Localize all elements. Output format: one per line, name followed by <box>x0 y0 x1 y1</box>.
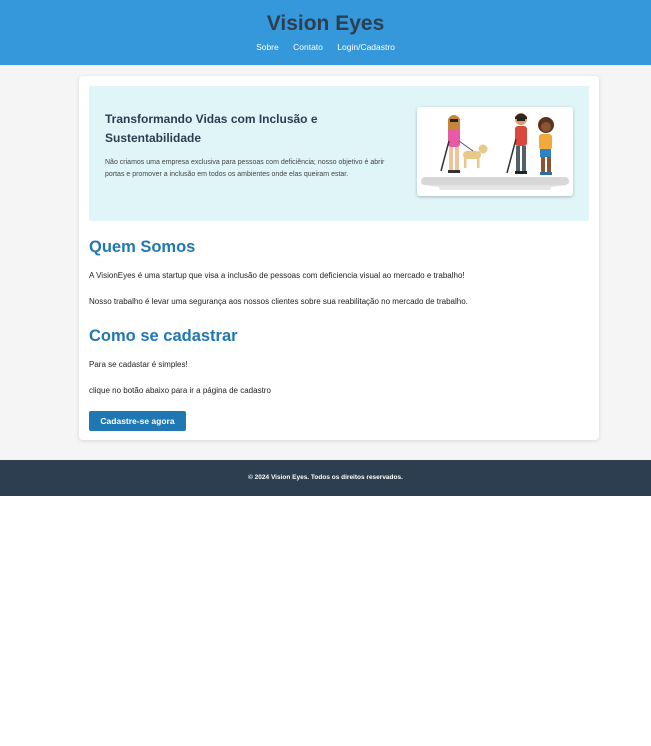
content-card: Transformando Vidas com Inclusão e Suste… <box>79 76 599 440</box>
site-footer: © 2024 Vision Eyes. Todos os direitos re… <box>0 460 651 496</box>
nav-link-login-cadastro[interactable]: Login/Cadastro <box>337 42 395 52</box>
site-title: Vision Eyes <box>266 12 385 35</box>
about-title: Quem Somos <box>89 238 196 256</box>
register-button[interactable]: Cadastre-se agora <box>89 411 186 431</box>
inclusion-illustration-icon <box>421 113 569 190</box>
main-nav: Sobre Contato Login/Cadastro <box>0 41 651 53</box>
site-header: Vision Eyes Sobre Contato Login/Cadastro <box>0 0 651 65</box>
hero-section: Transformando Vidas com Inclusão e Suste… <box>89 86 589 221</box>
register-paragraph-1: Para se cadastar é simples! <box>89 360 188 369</box>
hero-text: Não criamos uma empresa exclusiva para p… <box>105 159 385 178</box>
about-paragraph-2: Nosso trabalho é levar uma segurança aos… <box>89 297 468 306</box>
footer-copyright: © 2024 Vision Eyes. Todos os direitos re… <box>248 474 403 481</box>
register-title: Como se cadastrar <box>89 327 238 345</box>
nav-link-contato[interactable]: Contato <box>293 42 323 52</box>
nav-link-sobre[interactable]: Sobre <box>256 42 279 52</box>
hero-illustration <box>417 107 573 196</box>
register-paragraph-2: clique no botão abaixo para ir a página … <box>89 386 271 395</box>
about-paragraph-1: A VisionEyes é uma startup que visa a in… <box>89 271 465 280</box>
page-background: Transformando Vidas com Inclusão e Suste… <box>0 65 651 460</box>
hero-title: Transformando Vidas com Inclusão e Suste… <box>105 112 318 145</box>
